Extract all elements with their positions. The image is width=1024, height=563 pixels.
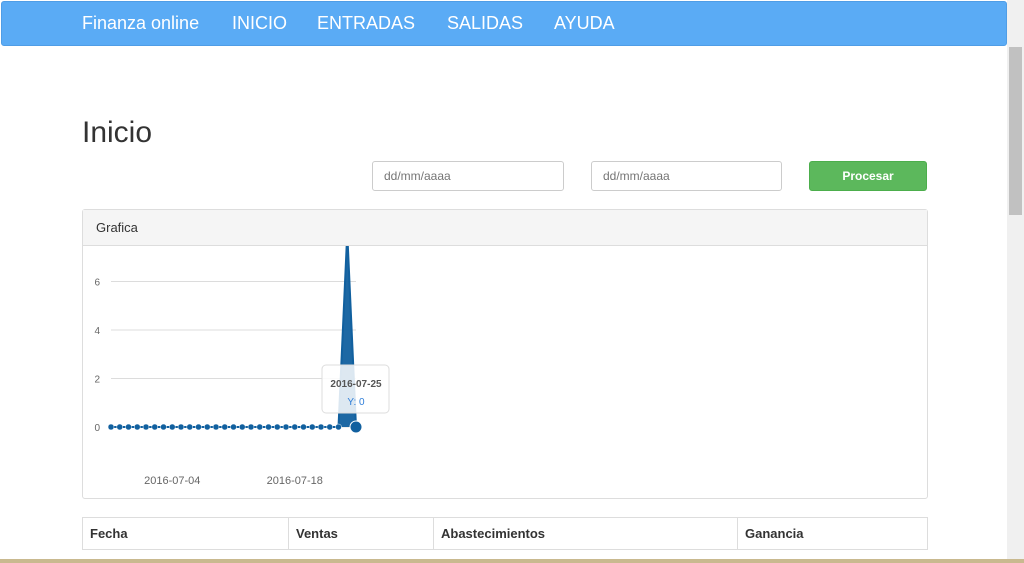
data-point xyxy=(186,423,193,431)
data-point xyxy=(212,423,220,431)
data-point xyxy=(204,423,211,431)
series-line xyxy=(111,246,357,428)
data-point xyxy=(247,423,255,431)
chart-tooltip: 2016-07-25 Y: 0 xyxy=(321,364,390,414)
data-point xyxy=(317,423,325,431)
data-point xyxy=(309,423,316,431)
data-point xyxy=(160,423,167,431)
data-point xyxy=(335,423,342,431)
x-tick-label: 2016-07-04 xyxy=(144,475,200,487)
top-navbar: Finanza online INICIO ENTRADAS SALIDAS A… xyxy=(1,1,1007,46)
date-to-input[interactable] xyxy=(591,161,782,191)
data-point xyxy=(116,423,123,431)
col-fecha[interactable]: Fecha xyxy=(82,517,289,550)
data-table: Fecha Ventas Abastecimientos Ganancia xyxy=(82,517,928,550)
col-ventas[interactable]: Ventas xyxy=(288,517,434,550)
page-title: Inicio xyxy=(82,116,153,149)
y-tick-label: 4 xyxy=(94,326,100,337)
nav-link-ayuda[interactable]: AYUDA xyxy=(554,13,615,34)
data-point xyxy=(125,423,132,431)
page-scrollbar[interactable] xyxy=(1007,0,1024,563)
process-button[interactable]: Procesar xyxy=(809,161,927,191)
data-point xyxy=(221,423,228,431)
data-point xyxy=(326,423,333,431)
data-point xyxy=(169,423,176,431)
data-point xyxy=(274,423,281,431)
scrollbar-thumb[interactable] xyxy=(1009,47,1022,215)
table-header-row: Fecha Ventas Abastecimientos Ganancia xyxy=(82,517,928,550)
y-tick-label: 0 xyxy=(94,423,100,434)
series-area xyxy=(111,246,356,427)
data-point xyxy=(107,423,115,431)
data-point xyxy=(300,423,307,431)
data-point xyxy=(256,423,263,431)
data-point xyxy=(265,423,272,431)
data-point xyxy=(239,423,246,431)
y-tick-label: 6 xyxy=(94,278,100,289)
brand-link[interactable]: Finanza online xyxy=(82,13,199,34)
data-point xyxy=(282,423,290,431)
tooltip-date: 2016-07-25 xyxy=(330,379,382,390)
data-point xyxy=(151,423,158,431)
date-from-input[interactable] xyxy=(372,161,564,191)
tooltip-value: Y: 0 xyxy=(347,397,365,408)
nav-link-inicio[interactable]: INICIO xyxy=(232,13,287,34)
nav-link-entradas[interactable]: ENTRADAS xyxy=(317,13,415,34)
data-point xyxy=(230,423,237,431)
chart[interactable]: 024682016-07-042016-07-182016-07-25Y: 0 xyxy=(83,246,927,498)
data-point xyxy=(177,423,185,431)
bottom-edge xyxy=(0,559,1024,563)
y-tick-label: 2 xyxy=(94,375,100,386)
panel-heading: Grafica xyxy=(83,210,927,246)
data-point xyxy=(134,423,141,431)
data-point xyxy=(291,423,298,431)
data-point xyxy=(142,423,150,431)
col-ganancia[interactable]: Ganancia xyxy=(737,517,928,550)
x-tick-label: 2016-07-18 xyxy=(267,475,323,487)
data-point xyxy=(349,420,363,434)
nav-link-salidas[interactable]: SALIDAS xyxy=(447,13,523,34)
col-abastecimientos[interactable]: Abastecimientos xyxy=(433,517,738,550)
chart-panel: Grafica 024682016-07-042016-07-182016-07… xyxy=(82,209,928,499)
data-point xyxy=(195,423,202,431)
